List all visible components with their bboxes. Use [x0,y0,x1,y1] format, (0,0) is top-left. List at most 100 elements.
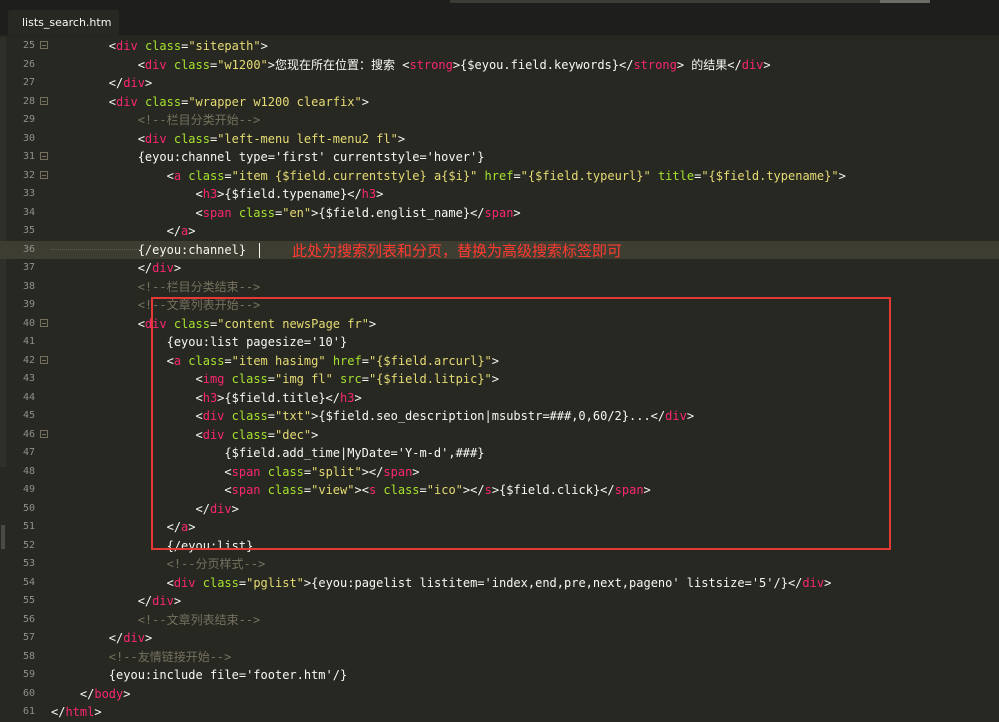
fold-toggle-icon[interactable] [40,41,48,49]
code-token: < [51,94,117,109]
line-number: 39 [22,299,35,310]
code-line[interactable]: 28 <div class="wrapper w1200 clearfix"> [0,93,999,112]
code-line[interactable]: 35 </a> [0,222,999,241]
fold-toggle-icon[interactable] [40,96,48,105]
code-token: </ [51,631,124,645]
code-token: body [94,686,124,701]
line-number: 26 [22,58,35,70]
code-text: </div> [51,592,181,611]
code-text: <div class="pglist">{eyou:pagelist listi… [51,574,832,593]
line-number: 30 [22,132,35,144]
code-line[interactable]: 37 </div> [0,259,999,278]
code-token: </ [51,261,153,275]
line-number: 58 [22,650,35,662]
code-token: > [144,631,153,645]
line-number: 47 [22,447,35,458]
line-number: 42 [22,354,35,366]
line-number: 27 [22,77,35,88]
code-token: "{$field.typename}" [701,168,839,183]
line-number: 50 [22,502,35,514]
code-token: <!--友情链接开始--> [108,649,232,664]
code-line[interactable]: 30 <div class="left-menu left-menu2 fl"> [0,130,999,149]
tab-lists-search[interactable]: lists_search.htm [8,10,119,35]
code-line[interactable]: 55 </div> [0,592,999,611]
line-number: 48 [22,465,35,477]
fold-toggle-icon[interactable] [40,170,48,179]
code-line[interactable]: 59 {eyou:include file='footer.htm'/} [0,666,999,685]
code-token: span [202,205,232,220]
code-line[interactable]: 60 </body> [0,685,999,704]
code-text: <!--文章列表结束--> [51,611,261,630]
code-text: <span class="en">{$field.englist_name}</… [51,204,520,223]
code-line[interactable]: 38 <!--栏目分类结束--> [0,278,999,297]
line-number: 33 [22,188,35,199]
code-token: class [144,94,182,109]
top-bar-segment-active [880,0,930,3]
code-token: > [188,224,196,238]
fold-toggle-icon[interactable] [40,429,48,438]
code-token: > [144,76,153,90]
code-token: < [108,39,117,53]
code-token: > [123,686,131,701]
code-token: > [397,131,406,146]
code-token: </ [51,76,124,90]
code-token: class [173,57,210,72]
code-token: < [51,57,145,72]
code-token: < [51,316,145,331]
code-line[interactable]: 32 <a class="item {$field.currentstyle} … [0,167,999,186]
line-number: 49 [22,484,35,495]
code-line[interactable]: 34 <span class="en">{$field.englist_name… [0,204,999,223]
code-token: > 的结果</ [676,57,742,72]
code-line[interactable]: 27 </div> [0,74,999,93]
code-line[interactable]: 53 <!--分页样式--> [0,555,999,574]
fold-toggle-icon[interactable] [40,318,48,327]
code-token: < [51,168,174,183]
code-token: >{$field.typename}</ [217,187,362,201]
line-number: 34 [22,206,35,218]
fold-toggle-icon[interactable] [40,355,48,364]
code-token: "w1200" [217,57,268,72]
code-token: href [484,168,514,183]
code-line[interactable]: 31 {eyou:channel type='first' currentsty… [0,148,999,167]
code-line[interactable]: 54 <div class="pglist">{eyou:pagelist li… [0,574,999,593]
code-token: title [657,168,695,183]
code-token: {eyou:include file='footer.htm'/} [51,668,348,682]
code-token: div [123,76,145,90]
code-line[interactable]: 26 <div class="w1200">您现在所在位置：搜索 <strong… [0,56,999,75]
code-text: <!--栏目分类开始--> [51,111,261,130]
code-text: <div class="w1200">您现在所在位置：搜索 <strong>{$… [51,56,771,75]
code-token: > [361,94,369,109]
code-line[interactable]: 29 <!--栏目分类开始--> [0,111,999,130]
code-token: > [173,261,182,275]
code-token: <!--栏目分类结束--> [137,279,261,294]
code-line[interactable]: 25 <div class="sitepath"> [0,37,999,56]
line-number: 52 [22,539,35,551]
code-text: {/eyou:channel} [51,241,246,260]
code-text: <a class="item {$field.currentstyle} a{$… [51,167,846,186]
code-token: class [202,575,239,590]
code-line[interactable]: 56 <!--文章列表结束--> [0,611,999,630]
fold-toggle-icon[interactable] [40,152,48,160]
code-text: <!--栏目分类结束--> [51,278,261,297]
code-line[interactable]: 33 <h3>{$field.typename}</h3> [0,185,999,204]
line-number: 29 [22,114,35,125]
code-token: "pglist" [246,575,304,590]
code-line[interactable]: 57 </div> [0,629,999,648]
top-bar-segment [450,0,880,3]
code-token: div [152,261,174,275]
line-number: 51 [22,521,35,532]
code-text: <div class="sitepath"> [51,37,268,56]
line-number: 59 [22,669,35,680]
code-token: >{$field.englist_name}</ [311,205,485,220]
code-token: {eyou:channel type='first' currentstyle=… [51,150,485,164]
code-line[interactable]: 58 <!--友情链接开始--> [0,648,999,667]
line-number: 54 [22,576,35,588]
code-token: "sitepath" [188,39,261,53]
line-number: 38 [22,280,35,292]
